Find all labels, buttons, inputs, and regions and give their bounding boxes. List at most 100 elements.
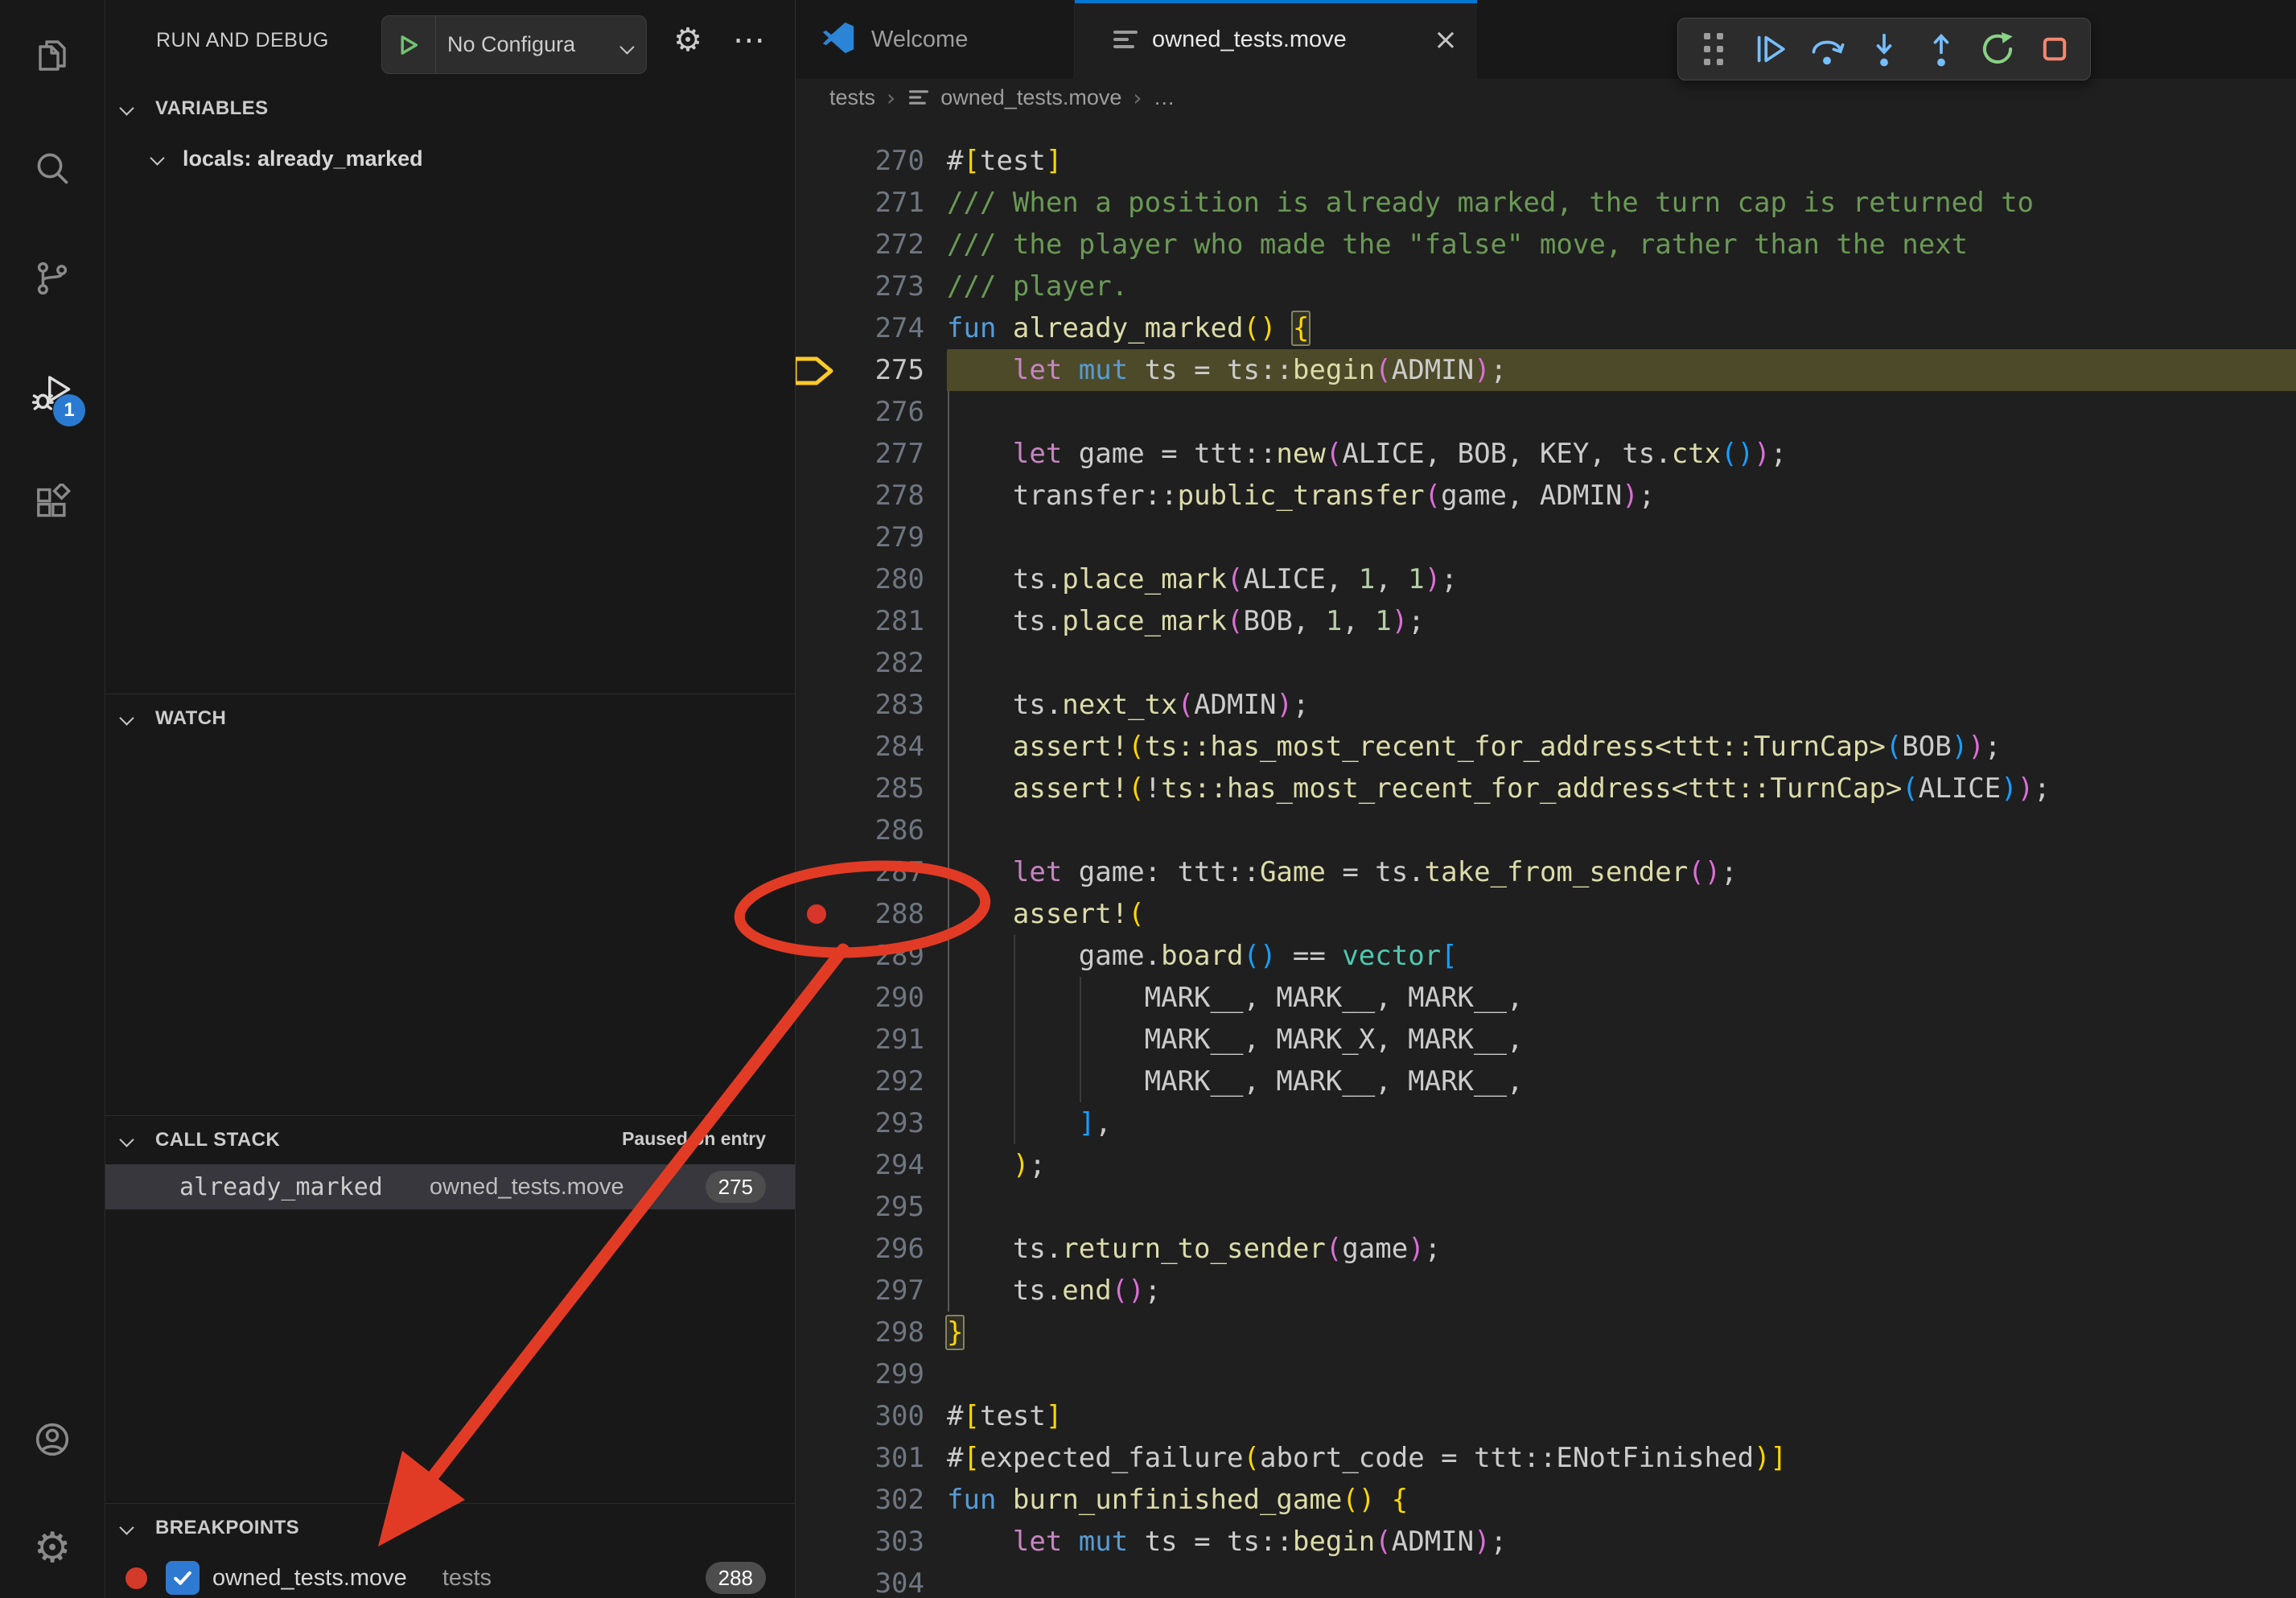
code-line[interactable]: 291 MARK__, MARK_X, MARK__, bbox=[796, 1019, 2296, 1061]
code-line[interactable]: 273/// player. bbox=[796, 266, 2296, 307]
start-debugging-icon[interactable] bbox=[382, 16, 436, 73]
code-line[interactable]: 276 bbox=[796, 391, 2296, 433]
code-editor[interactable]: 270#[test]271/// When a position is alre… bbox=[796, 116, 2296, 1598]
code-line[interactable]: 288 assert!( bbox=[796, 893, 2296, 935]
launch-configuration-dropdown[interactable]: No Configura bbox=[381, 15, 647, 74]
code-line[interactable]: 298} bbox=[796, 1312, 2296, 1353]
gutter-breakpoint-area[interactable] bbox=[796, 475, 837, 517]
step-over-button[interactable] bbox=[1804, 25, 1850, 73]
toolbar-drag-handle[interactable] bbox=[1691, 25, 1736, 73]
gutter-breakpoint-area[interactable] bbox=[796, 684, 837, 726]
code-line[interactable]: 302fun burn_unfinished_game() { bbox=[796, 1479, 2296, 1521]
close-icon[interactable]: × bbox=[1434, 0, 1458, 79]
source-control-icon[interactable] bbox=[0, 238, 105, 319]
step-into-button[interactable] bbox=[1862, 25, 1907, 73]
code-line[interactable]: 272/// the player who made the "false" m… bbox=[796, 224, 2296, 266]
section-breakpoints[interactable]: BREAKPOINTS bbox=[105, 1506, 795, 1550]
search-icon[interactable] bbox=[0, 128, 105, 208]
breakpoint-enabled-checkbox[interactable] bbox=[166, 1561, 200, 1595]
gutter-breakpoint-area[interactable] bbox=[796, 1144, 837, 1186]
code-line[interactable]: 285 assert!(!ts::has_most_recent_for_add… bbox=[796, 768, 2296, 809]
step-out-button[interactable] bbox=[1919, 25, 1964, 73]
gutter-breakpoint-area[interactable] bbox=[796, 1228, 837, 1270]
gutter-breakpoint-area[interactable] bbox=[796, 1353, 837, 1395]
code-line[interactable]: 294 ); bbox=[796, 1144, 2296, 1186]
gutter-breakpoint-area[interactable] bbox=[796, 1563, 837, 1598]
code-line[interactable]: 304 bbox=[796, 1563, 2296, 1598]
code-line[interactable]: 296 ts.return_to_sender(game); bbox=[796, 1228, 2296, 1270]
code-line[interactable]: 282 bbox=[796, 642, 2296, 684]
gutter-breakpoint-area[interactable] bbox=[796, 1521, 837, 1563]
code-line[interactable]: 290 MARK__, MARK__, MARK__, bbox=[796, 977, 2296, 1019]
extensions-icon[interactable] bbox=[0, 463, 105, 543]
gutter-breakpoint-area[interactable] bbox=[796, 182, 837, 224]
code-line[interactable]: 299 bbox=[796, 1353, 2296, 1395]
gutter-breakpoint-area[interactable] bbox=[796, 600, 837, 642]
code-line[interactable]: 283 ts.next_tx(ADMIN); bbox=[796, 684, 2296, 726]
code-line[interactable]: 277 let game = ttt::new(ALICE, BOB, KEY,… bbox=[796, 433, 2296, 475]
variables-locals-scope[interactable]: locals: already_marked bbox=[105, 137, 795, 180]
code-line[interactable]: 300#[test] bbox=[796, 1395, 2296, 1437]
gutter-breakpoint-area[interactable] bbox=[796, 851, 837, 893]
call-stack-frame[interactable]: already_marked owned_tests.move 275 bbox=[105, 1164, 795, 1209]
gutter-breakpoint-area[interactable] bbox=[796, 1312, 837, 1353]
code-line[interactable]: 301#[expected_failure(abort_code = ttt::… bbox=[796, 1437, 2296, 1479]
gutter-breakpoint-area[interactable] bbox=[796, 224, 837, 266]
gutter-breakpoint-area[interactable] bbox=[796, 433, 837, 475]
explorer-icon[interactable] bbox=[0, 15, 105, 96]
debug-settings-gear-icon[interactable]: ⚙ bbox=[662, 0, 714, 80]
code-line[interactable]: 284 assert!(ts::has_most_recent_for_addr… bbox=[796, 726, 2296, 768]
code-line[interactable]: 287 let game: ttt::Game = ts.take_from_s… bbox=[796, 851, 2296, 893]
code-line[interactable]: 275 let mut ts = ts::begin(ADMIN); bbox=[796, 349, 2296, 391]
code-line[interactable]: 293 ], bbox=[796, 1102, 2296, 1144]
account-icon[interactable] bbox=[0, 1399, 105, 1480]
code-line[interactable]: 280 ts.place_mark(ALICE, 1, 1); bbox=[796, 558, 2296, 600]
gutter-breakpoint-area[interactable] bbox=[796, 642, 837, 684]
code-line[interactable]: 297 ts.end(); bbox=[796, 1270, 2296, 1312]
gutter-breakpoint-area[interactable] bbox=[796, 1437, 837, 1479]
gutter-breakpoint-area[interactable] bbox=[796, 935, 837, 977]
run-and-debug-icon[interactable] bbox=[0, 352, 105, 433]
tab-owned-tests-move[interactable]: owned_tests.move × bbox=[1075, 0, 1477, 79]
breakpoint-list-item[interactable]: owned_tests.move tests 288 bbox=[105, 1558, 795, 1598]
section-watch[interactable]: WATCH bbox=[105, 697, 795, 740]
gutter-breakpoint-area[interactable] bbox=[796, 1102, 837, 1144]
code-line[interactable]: 281 ts.place_mark(BOB, 1, 1); bbox=[796, 600, 2296, 642]
gutter-breakpoint-area[interactable] bbox=[796, 266, 837, 307]
gutter-breakpoint-area[interactable] bbox=[796, 768, 837, 809]
code-line[interactable]: 279 bbox=[796, 517, 2296, 558]
gutter-breakpoint-area[interactable] bbox=[796, 1395, 837, 1437]
tab-welcome[interactable]: Welcome bbox=[796, 0, 1075, 79]
more-actions-icon[interactable]: ⋯ bbox=[723, 0, 775, 80]
gutter-breakpoint-area[interactable] bbox=[796, 977, 837, 1019]
gutter-breakpoint-area[interactable] bbox=[796, 349, 837, 391]
restart-button[interactable] bbox=[1975, 25, 2020, 73]
code-line[interactable]: 278 transfer::public_transfer(game, ADMI… bbox=[796, 475, 2296, 517]
gutter-breakpoint-area[interactable] bbox=[796, 809, 837, 851]
gutter-breakpoint-area[interactable] bbox=[796, 140, 837, 182]
gutter-breakpoint-area[interactable] bbox=[796, 893, 837, 935]
gutter-breakpoint-area[interactable] bbox=[796, 1270, 837, 1312]
gutter-breakpoint-area[interactable] bbox=[796, 1019, 837, 1061]
code-line[interactable]: 292 MARK__, MARK__, MARK__, bbox=[796, 1061, 2296, 1102]
breadcrumb-folder[interactable]: tests bbox=[829, 85, 875, 110]
code-line[interactable]: 271/// When a position is already marked… bbox=[796, 182, 2296, 224]
gutter-breakpoint-area[interactable] bbox=[796, 1186, 837, 1228]
gutter-breakpoint-area[interactable] bbox=[796, 1061, 837, 1102]
continue-button[interactable] bbox=[1748, 25, 1793, 73]
section-variables[interactable]: VARIABLES bbox=[105, 87, 795, 130]
code-line[interactable]: 289 game.board() == vector[ bbox=[796, 935, 2296, 977]
breadcrumb-file[interactable]: owned_tests.move bbox=[940, 85, 1121, 110]
gutter-breakpoint-area[interactable] bbox=[796, 558, 837, 600]
gutter-breakpoint-area[interactable] bbox=[796, 726, 837, 768]
stop-button[interactable] bbox=[2032, 25, 2077, 73]
code-line[interactable]: 270#[test] bbox=[796, 140, 2296, 182]
code-line[interactable]: 286 bbox=[796, 809, 2296, 851]
code-line[interactable]: 303 let mut ts = ts::begin(ADMIN); bbox=[796, 1521, 2296, 1563]
settings-gear-icon[interactable]: ⚙ bbox=[0, 1508, 105, 1588]
breakpoint-dot-icon[interactable] bbox=[807, 904, 826, 924]
breadcrumb-symbol[interactable]: … bbox=[1154, 85, 1175, 110]
gutter-breakpoint-area[interactable] bbox=[796, 1479, 837, 1521]
code-line[interactable]: 274fun already_marked() { bbox=[796, 307, 2296, 349]
gutter-breakpoint-area[interactable] bbox=[796, 517, 837, 558]
